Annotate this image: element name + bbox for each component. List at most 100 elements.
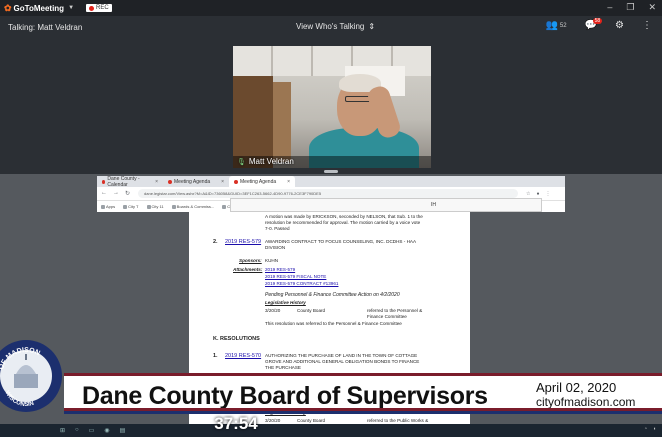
history-note: This resolution was referred to the Pers… (265, 321, 402, 326)
talking-bar: Talking: Matt Veldran View Who's Talking… (0, 16, 662, 38)
view-selector[interactable]: View Who's Talking ⇕ (296, 22, 375, 31)
bookmark-icon (222, 204, 227, 209)
browser-tab-active[interactable]: Meeting Agenda × (229, 176, 295, 187)
profile-icon[interactable]: ● (537, 191, 540, 197)
start-icon[interactable]: ⊞ (60, 427, 65, 434)
doc-line: 7-0. Passed (265, 226, 290, 231)
item-title: AWARDING CONTRACT TO FOCUS COUNSELING, I… (265, 239, 417, 244)
close-tab-icon[interactable]: × (287, 179, 290, 185)
minimize-icon[interactable]: – (607, 2, 612, 13)
bookmark-icon (146, 204, 151, 209)
app-titlebar: ✿ GoToMeeting ▼ REC – ❐ ✕ (0, 0, 662, 16)
city-seal-logo: OF MADISON WISCONSIN (0, 340, 62, 412)
seal-capitol (14, 374, 38, 388)
section-heading: K. RESOLUTIONS (213, 336, 260, 342)
nav-buttons: ← → ↻ (101, 190, 130, 197)
browser-tab[interactable]: Meeting Agenda × (163, 176, 229, 187)
item-title: DIVISION (265, 245, 286, 250)
bookmark-item[interactable]: City 11 (146, 204, 164, 209)
wifi-icon[interactable]: ◔ (644, 426, 647, 432)
reload-icon[interactable]: ↻ (125, 190, 130, 197)
more-vertical-icon: ⋮ (642, 20, 652, 31)
webcam-tile[interactable]: 🎙 Matt Veldran (233, 46, 431, 168)
talking-indicator: Talking: Matt Veldran (8, 22, 83, 32)
forward-arrow-icon[interactable]: → (113, 190, 119, 197)
favicon-icon (102, 179, 106, 184)
chevron-down-icon: ▼ (68, 5, 75, 11)
item-number: 2. (213, 239, 218, 245)
attachment-link[interactable]: 2019 RES-579 (265, 267, 295, 273)
search-icon[interactable]: ○ (75, 427, 79, 434)
doc-line: resolution be recommended for approval. … (265, 220, 421, 225)
record-dot-icon (89, 5, 95, 11)
bookmark-icon (171, 204, 176, 209)
participant-name: Matt Veldran (248, 157, 294, 166)
updown-chevron-icon: ⇕ (368, 22, 376, 31)
item-title: THE PURCHASE (265, 365, 301, 370)
more-button[interactable]: ⋮ (642, 20, 652, 31)
cabinet (233, 76, 273, 168)
item-link[interactable]: 2019 RES-579 (225, 239, 261, 246)
back-arrow-icon[interactable]: ← (101, 190, 107, 197)
history-action: referred to the Public Works & (367, 418, 429, 423)
attachment-link[interactable]: 2019 RES-579 CONTRACT #13961 (265, 281, 338, 287)
banner-website: cityofmadison.com (536, 395, 636, 409)
recording-indicator[interactable]: REC (86, 4, 112, 12)
chrome-overlay-strip: IH (230, 198, 542, 212)
attachments-label: Attachments: (233, 267, 263, 272)
item-number: 1. (213, 353, 218, 359)
bookmark-item[interactable]: City T (123, 204, 139, 209)
bookmark-icon (101, 204, 105, 209)
tab-label: Meeting Agenda (240, 178, 277, 185)
url-field[interactable]: dane.legistar.com/View.ashx?M=A&ID=73605… (138, 189, 519, 198)
browser-app-icon[interactable]: ◉ (104, 427, 109, 434)
people-icon: 👥 (545, 20, 558, 31)
system-tray: ◔ ◖ (644, 426, 656, 432)
browser-tabs: Dane County - Calendar × Meeting Agenda … (97, 176, 565, 188)
history-action: Finance Committee (367, 314, 407, 319)
bookmark-item[interactable]: Apps (101, 204, 115, 209)
favicon-icon (234, 179, 238, 184)
close-icon[interactable]: ✕ (648, 2, 656, 13)
rec-label: REC (96, 5, 109, 11)
task-view-icon[interactable]: ▭ (89, 427, 95, 434)
folder-icon[interactable]: ▤ (120, 427, 126, 434)
volume-icon[interactable]: ◖ (653, 426, 656, 432)
restore-icon[interactable]: ❐ (626, 2, 634, 13)
app-name: GoToMeeting (13, 3, 65, 13)
settings-button[interactable]: ⚙ (615, 20, 624, 31)
doc-line: A motion was made by ERICKSON, seconded … (265, 214, 423, 219)
attendees-button[interactable]: 👥 52 (545, 20, 566, 31)
history-date: 3/20/20 (265, 418, 281, 423)
bookmark-item[interactable]: Boards & Commiss... (171, 204, 214, 209)
participant-name-label: 🎙 Matt Veldran (237, 157, 294, 166)
pending-note: Pending Personnel & Finance Committee Ac… (265, 292, 400, 298)
sponsors-label: Sponsors: (239, 258, 262, 263)
browser-tab[interactable]: Dane County - Calendar × (97, 176, 163, 188)
history-body: County Board (297, 418, 326, 423)
window-controls: – ❐ ✕ (607, 2, 656, 13)
cabinet-door (273, 82, 291, 162)
lower-third-navy-rule (64, 411, 662, 414)
item-title: GROVE AND ADDITIONAL GENERAL OBLIGATION … (265, 359, 420, 364)
gotomeeting-logo-icon: ✿ (4, 2, 12, 13)
close-tab-icon[interactable]: × (221, 179, 224, 185)
item-link[interactable]: 2019 RES-570 (225, 353, 261, 360)
resize-handle[interactable] (324, 170, 338, 173)
taskbar-apps: ⊞ ○ ▭ ◉ ▤ (60, 427, 125, 434)
history-date: 3/20/20 (265, 308, 281, 313)
app-menu[interactable]: ✿ GoToMeeting ▼ (4, 3, 74, 14)
close-tab-icon[interactable]: × (155, 179, 158, 185)
history-body: County Board (297, 308, 326, 313)
more-vertical-icon[interactable]: ⋮ (546, 191, 551, 197)
bookmark-icon (123, 204, 128, 209)
chat-button[interactable]: 💬 58 (585, 18, 603, 31)
attendee-count: 52 (559, 22, 567, 29)
meeting-controls: 👥 52 💬 58 ⚙ ⋮ (545, 18, 652, 31)
star-icon[interactable]: ☆ (526, 191, 530, 197)
attachment-link[interactable]: 2019 RES-579 FISCAL NOTE (265, 274, 326, 280)
microphone-icon: 🎙 (237, 158, 246, 166)
item-title: AUTHORIZING THE PURCHASE OF LAND IN THE … (265, 353, 418, 358)
tab-label: Meeting Agenda (174, 178, 211, 185)
favicon-icon (168, 179, 172, 184)
